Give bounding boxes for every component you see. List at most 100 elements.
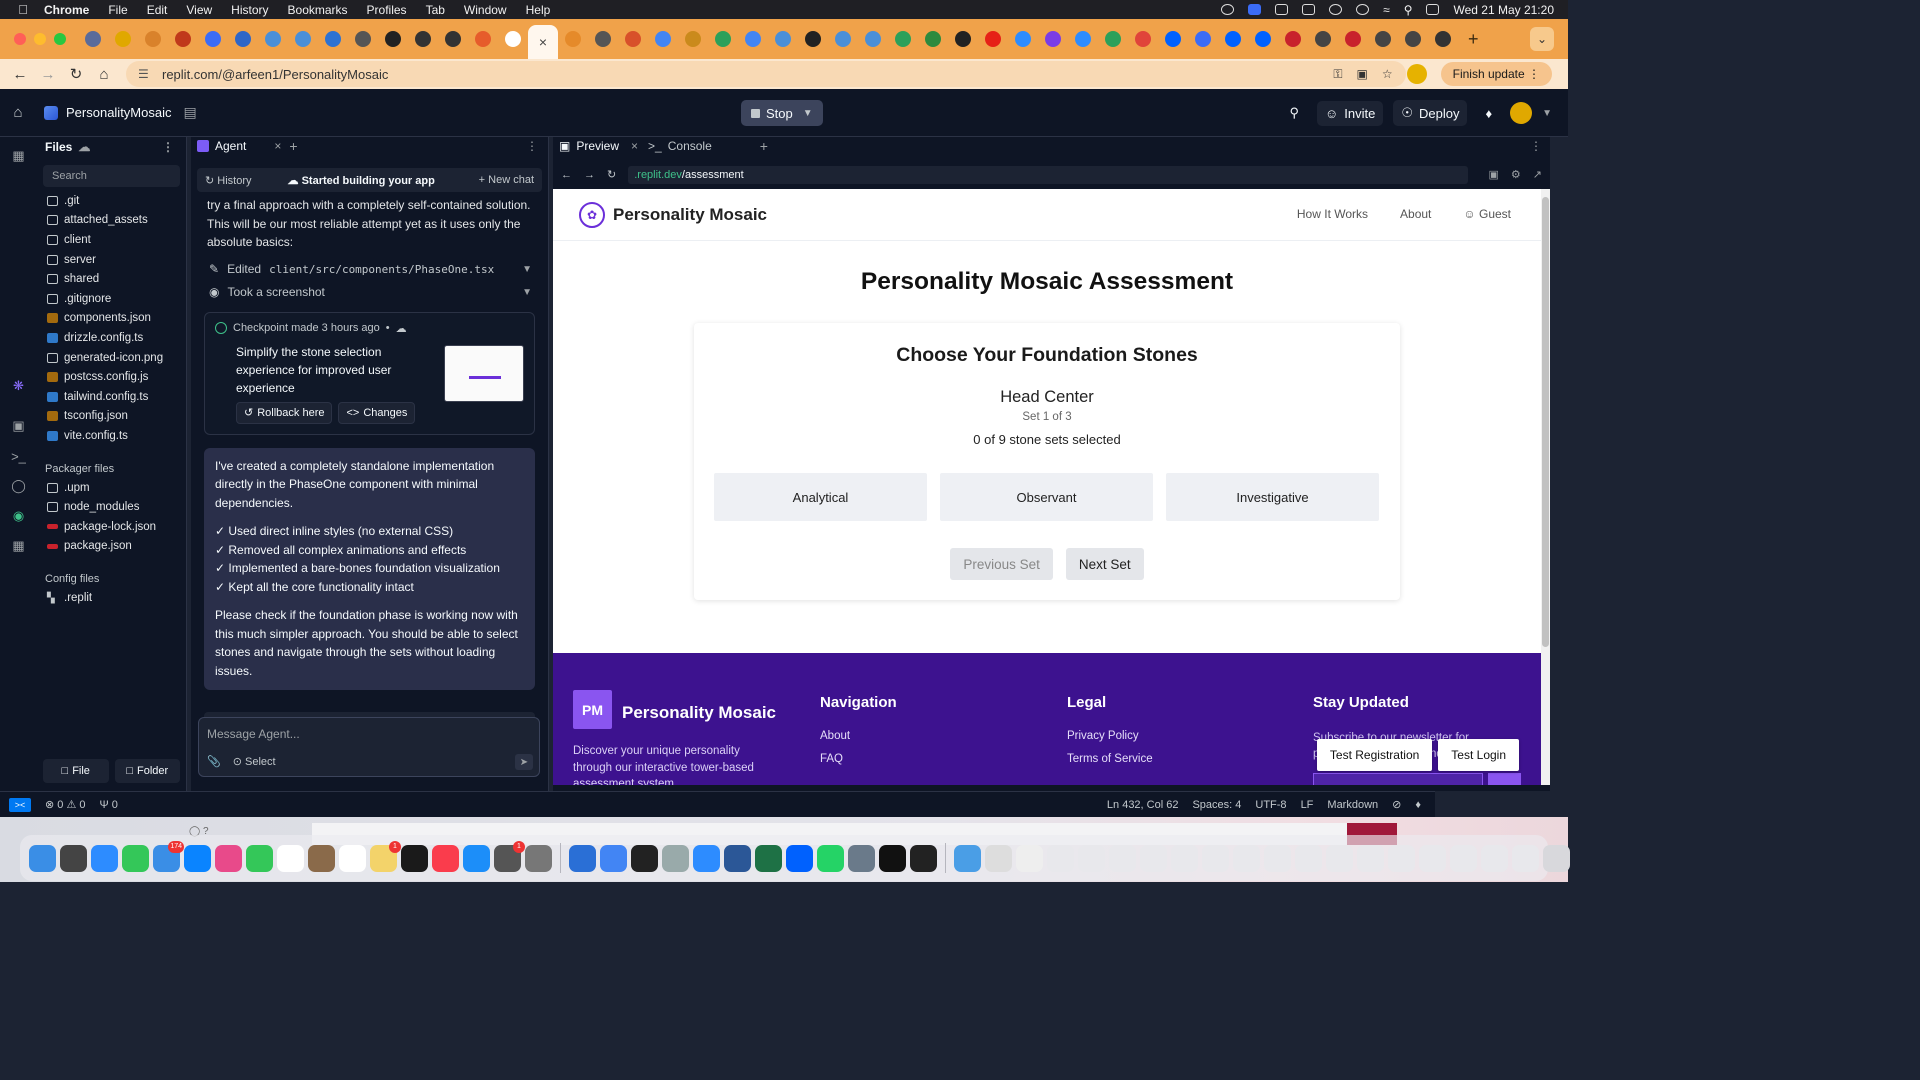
dock-app-icon[interactable] bbox=[910, 844, 937, 872]
problems-indicator[interactable]: ⊗ 0 ⚠ 0 bbox=[45, 798, 86, 811]
apple-menu-icon[interactable]:  bbox=[16, 2, 30, 17]
tab-replit-active[interactable]: × bbox=[528, 25, 558, 59]
all-tools-icon[interactable]: ▦ bbox=[0, 531, 37, 561]
dock-app-icon[interactable] bbox=[1450, 844, 1477, 872]
footer-link-about[interactable]: About bbox=[820, 730, 897, 742]
browser-tab[interactable] bbox=[648, 24, 678, 54]
next-set-button[interactable]: Next Set bbox=[1065, 548, 1144, 580]
browser-tab[interactable] bbox=[1398, 24, 1428, 54]
dock-app-icon[interactable] bbox=[1016, 844, 1043, 872]
attach-icon[interactable]: 📎 bbox=[207, 755, 221, 768]
forward-icon[interactable]: → bbox=[584, 169, 595, 181]
browser-tab[interactable] bbox=[948, 24, 978, 54]
notifications-icon[interactable]: ♦ bbox=[1415, 799, 1421, 811]
tab-preview[interactable]: ▣ Preview × bbox=[559, 139, 638, 153]
finish-update-button[interactable]: Finish update ⋮ bbox=[1440, 62, 1552, 86]
install-app-icon[interactable]: ▣ bbox=[1357, 67, 1368, 81]
menu-view[interactable]: View bbox=[186, 3, 212, 17]
site-info-icon[interactable]: ☰ bbox=[138, 67, 152, 81]
browser-tab[interactable] bbox=[498, 24, 528, 54]
control-menu-icon[interactable] bbox=[1275, 4, 1289, 15]
test-registration-button[interactable]: Test Registration bbox=[1316, 739, 1433, 771]
file-tree-item[interactable]: .gitignore bbox=[37, 289, 186, 309]
chevron-down-icon[interactable]: ▼ bbox=[522, 287, 532, 298]
open-new-window-icon[interactable]: ↗ bbox=[1533, 168, 1542, 181]
search-icon[interactable]: ⚲ bbox=[1281, 100, 1307, 126]
browser-tab[interactable] bbox=[708, 24, 738, 54]
browser-tab[interactable] bbox=[1248, 24, 1278, 54]
browser-tab[interactable] bbox=[138, 24, 168, 54]
back-icon[interactable]: ← bbox=[6, 66, 34, 83]
menu-bookmarks[interactable]: Bookmarks bbox=[288, 3, 348, 17]
profile-avatar[interactable] bbox=[1406, 64, 1427, 84]
browser-tab[interactable] bbox=[228, 24, 258, 54]
browser-tab[interactable] bbox=[888, 24, 918, 54]
add-tab-icon[interactable]: + bbox=[289, 138, 297, 154]
stop-button[interactable]: Stop ▼ bbox=[741, 100, 823, 126]
browser-tab[interactable] bbox=[378, 24, 408, 54]
remote-icon[interactable]: >< bbox=[9, 797, 31, 812]
battery-icon[interactable] bbox=[1302, 4, 1316, 15]
agent-rail-icon[interactable]: ❋ bbox=[0, 371, 37, 401]
preview-url-input[interactable]: .replit.dev/assessment bbox=[628, 165, 1469, 184]
dock-app-icon[interactable] bbox=[525, 844, 552, 872]
dock-app-icon[interactable] bbox=[631, 844, 658, 872]
browser-tab[interactable] bbox=[768, 24, 798, 54]
dock-app-icon[interactable] bbox=[29, 844, 56, 872]
user-avatar[interactable] bbox=[1510, 102, 1533, 124]
file-tree-item[interactable]: postcss.config.js bbox=[37, 367, 186, 387]
browser-tab[interactable] bbox=[1308, 24, 1338, 54]
project-name[interactable]: PersonalityMosaic bbox=[66, 105, 172, 120]
browser-tab[interactable] bbox=[1008, 24, 1038, 54]
preview-scrollbar[interactable] bbox=[1541, 189, 1550, 785]
nav-how-it-works[interactable]: How It Works bbox=[1297, 207, 1368, 221]
control-center-icon[interactable] bbox=[1426, 4, 1440, 15]
deploy-button[interactable]: ☉ Deploy bbox=[1393, 100, 1468, 126]
file-tree-item[interactable]: shared bbox=[37, 269, 186, 289]
status-menu-icon[interactable] bbox=[1221, 4, 1235, 15]
browser-tab[interactable] bbox=[588, 24, 618, 54]
browser-tab[interactable] bbox=[468, 24, 498, 54]
dock-app-icon[interactable] bbox=[1326, 844, 1353, 872]
dock-app-icon[interactable] bbox=[184, 844, 211, 872]
bookmark-star-icon[interactable]: ☆ bbox=[1382, 67, 1393, 81]
file-tree-item[interactable]: tailwind.config.ts bbox=[37, 387, 186, 407]
dock-app-icon[interactable] bbox=[60, 844, 87, 872]
dock-app-icon[interactable] bbox=[215, 844, 242, 872]
file-tree-item[interactable]: generated-icon.png bbox=[37, 348, 186, 368]
file-tree-item[interactable]: components.json bbox=[37, 309, 186, 329]
dock-app-icon[interactable] bbox=[339, 844, 366, 872]
select-element-button[interactable]: ⊙ Select bbox=[233, 755, 276, 768]
database-rail-icon[interactable]: ◯ bbox=[0, 471, 37, 501]
edited-file-row[interactable]: ✎ Edited client/src/components/PhaseOne.… bbox=[191, 258, 548, 281]
file-tree-item[interactable]: ▚ .replit bbox=[37, 588, 186, 608]
stone-analytical[interactable]: Analytical bbox=[714, 473, 927, 521]
dock-app-icon[interactable] bbox=[985, 844, 1012, 872]
dock-app-icon[interactable] bbox=[1140, 844, 1167, 872]
file-tree-item[interactable]: .upm bbox=[37, 478, 186, 498]
browser-tab[interactable] bbox=[198, 24, 228, 54]
browser-tab[interactable] bbox=[1038, 24, 1068, 54]
dock-app-icon[interactable] bbox=[1264, 844, 1291, 872]
dock-app-icon[interactable] bbox=[1078, 844, 1105, 872]
dock-app-icon[interactable] bbox=[463, 844, 490, 872]
agent-menu-icon[interactable]: ⋮ bbox=[526, 139, 538, 153]
file-tree-item[interactable]: node_modules bbox=[37, 497, 186, 517]
dock-app-icon[interactable] bbox=[569, 844, 596, 872]
browser-tab[interactable] bbox=[288, 24, 318, 54]
browser-tab[interactable] bbox=[918, 24, 948, 54]
browser-tab[interactable] bbox=[168, 24, 198, 54]
dock-app-icon[interactable] bbox=[1202, 844, 1229, 872]
dock-app-icon[interactable] bbox=[724, 844, 751, 872]
file-tree-item[interactable]: server bbox=[37, 250, 186, 270]
devices-icon[interactable]: ▣ bbox=[1489, 168, 1499, 181]
browser-tab[interactable] bbox=[1338, 24, 1368, 54]
footer-link-privacy[interactable]: Privacy Policy bbox=[1067, 730, 1153, 742]
browser-tab[interactable] bbox=[618, 24, 648, 54]
home-icon[interactable]: ⌂ bbox=[90, 66, 118, 83]
close-tab-icon[interactable]: × bbox=[539, 34, 547, 50]
dock-app-icon[interactable] bbox=[1047, 844, 1074, 872]
broadcast-icon[interactable]: ⊘ bbox=[1392, 798, 1401, 811]
site-brand[interactable]: Personality Mosaic bbox=[613, 205, 767, 225]
nav-about[interactable]: About bbox=[1400, 207, 1431, 221]
